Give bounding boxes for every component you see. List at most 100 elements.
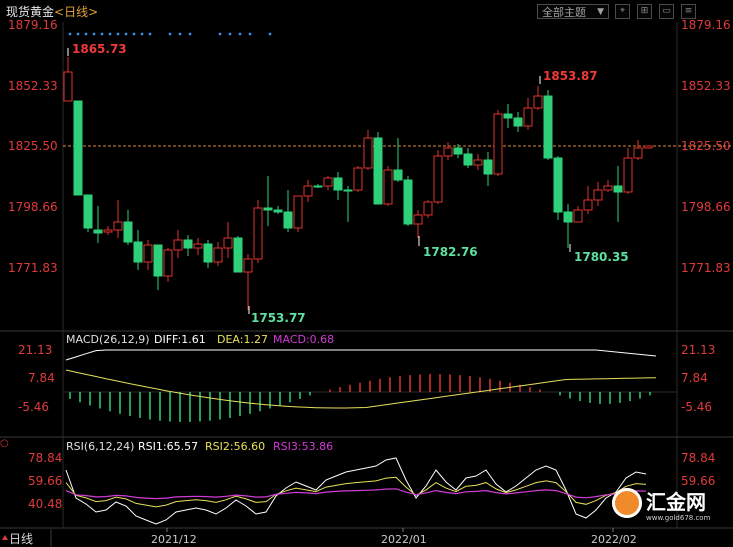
candle-body bbox=[333, 177, 343, 191]
candle-body bbox=[563, 211, 573, 223]
signal-dot bbox=[92, 32, 96, 36]
candle-body bbox=[63, 71, 73, 102]
period-tab[interactable]: 日线 bbox=[2, 529, 52, 547]
candle-body bbox=[343, 189, 353, 192]
price-axis-label-left: 1852.33 bbox=[8, 79, 58, 93]
signal-dot bbox=[188, 32, 192, 36]
maximize-icon[interactable]: ▭ bbox=[659, 4, 674, 19]
macd-axis-label-right: 7.84 bbox=[681, 371, 708, 385]
logo-url: www.gold678.com bbox=[646, 514, 711, 522]
kline-chart[interactable]: 1879.16 1852.33 1825.50 1798.66 1771.83 … bbox=[0, 0, 733, 547]
price-low-annotation: 1753.77 bbox=[251, 311, 306, 325]
price-axis-label-left: 1771.83 bbox=[8, 261, 58, 275]
candle-body bbox=[463, 153, 473, 166]
signal-dot bbox=[218, 32, 222, 36]
candle-body bbox=[123, 221, 133, 243]
candlestick-series bbox=[63, 57, 653, 310]
candle-body bbox=[143, 244, 153, 263]
candle-body bbox=[403, 179, 413, 225]
site-logo: 汇金网 www.gold678.com bbox=[612, 484, 722, 528]
candle-body bbox=[623, 157, 633, 193]
candle-body bbox=[263, 207, 273, 211]
candle-body bbox=[453, 147, 463, 155]
candle-body bbox=[293, 195, 303, 229]
theme-selector-button[interactable]: 全部主题 ▼ bbox=[537, 4, 609, 19]
price-axis-label-left: 1825.50 bbox=[8, 139, 58, 153]
candle-body bbox=[633, 147, 643, 159]
candle-body bbox=[473, 159, 483, 166]
signal-dot bbox=[76, 32, 80, 36]
candle-body bbox=[533, 95, 543, 109]
signal-dot bbox=[140, 32, 144, 36]
candle-body bbox=[503, 113, 513, 119]
macd-indicator-label: MACD(26,12,9) bbox=[66, 333, 150, 346]
candle-body bbox=[573, 209, 583, 223]
macd-dea-line bbox=[65, 369, 657, 409]
period-tab-label: 日线 bbox=[9, 532, 33, 546]
candle-body bbox=[513, 117, 523, 127]
price-axis-label-right: 1879.16 bbox=[681, 18, 731, 32]
instrument-title: 现货黄金 bbox=[6, 5, 55, 19]
signal-dot bbox=[84, 32, 88, 36]
candle-body bbox=[483, 159, 493, 175]
signal-dot bbox=[168, 32, 172, 36]
period-label[interactable]: <日线> bbox=[54, 5, 98, 19]
signal-dot bbox=[116, 32, 120, 36]
candle-body bbox=[73, 100, 83, 196]
signal-dot bbox=[124, 32, 128, 36]
rsi-rsi2-value: RSI2:56.60 bbox=[205, 440, 265, 453]
candle-body bbox=[163, 249, 173, 277]
grid-icon[interactable]: ⊞ bbox=[637, 4, 652, 19]
candle-body bbox=[373, 137, 383, 205]
signal-dot bbox=[148, 32, 152, 36]
edge-marker: ○ bbox=[0, 438, 9, 449]
candle-body bbox=[93, 229, 103, 234]
candle-body bbox=[413, 214, 423, 225]
signal-dot bbox=[268, 32, 272, 36]
crosshair-icon[interactable]: ⌖ bbox=[615, 4, 630, 19]
date-axis-label: 2022/02 bbox=[591, 533, 637, 546]
candle-body bbox=[583, 199, 593, 211]
date-axis-label: 2022/01 bbox=[381, 533, 427, 546]
candle-body bbox=[193, 243, 203, 249]
menu-icon[interactable]: ≡ bbox=[681, 4, 696, 19]
macd-axis-label-left: -5.46 bbox=[18, 400, 49, 414]
candle-body bbox=[443, 147, 453, 157]
candle-body bbox=[393, 169, 403, 181]
price-axis-label-right: 1798.66 bbox=[681, 200, 731, 214]
rsi-axis-label-left: 59.66 bbox=[28, 474, 62, 488]
signal-dot bbox=[238, 32, 242, 36]
rsi3-line bbox=[65, 488, 647, 500]
candle-body bbox=[273, 209, 283, 213]
candle-body bbox=[303, 185, 313, 197]
candle-body bbox=[543, 95, 553, 159]
signal-dot bbox=[132, 32, 136, 36]
candle-body bbox=[603, 185, 613, 191]
candle-body bbox=[113, 221, 123, 231]
rsi-rsi1-value: RSI1:65.57 bbox=[138, 440, 198, 453]
macd-axis-label-left: 21.13 bbox=[18, 343, 52, 357]
macd-axis-label-left: 7.84 bbox=[28, 371, 55, 385]
price-axis-label-left: 1798.66 bbox=[8, 200, 58, 214]
macd-diff-value: DIFF:1.61 bbox=[154, 333, 206, 346]
signal-dot bbox=[68, 32, 72, 36]
signal-dot bbox=[100, 32, 104, 36]
candle-body bbox=[133, 241, 143, 263]
candle-body bbox=[553, 157, 563, 213]
signal-dot bbox=[108, 32, 112, 36]
price-mark-annotation: 1782.76 bbox=[423, 245, 478, 259]
signal-dot bbox=[248, 32, 252, 36]
macd-macd-value: MACD:0.68 bbox=[273, 333, 334, 346]
triangle-down-icon: ▼ bbox=[597, 7, 604, 17]
candle-body bbox=[183, 239, 193, 249]
candle-body bbox=[523, 107, 533, 127]
candle-body bbox=[313, 185, 323, 188]
candle-body bbox=[423, 201, 433, 216]
rsi-axis-label-right: 78.84 bbox=[681, 451, 715, 465]
macd-histogram bbox=[69, 374, 651, 422]
macd-diff-line bbox=[65, 349, 657, 361]
price-axis-label-right: 1852.33 bbox=[681, 79, 731, 93]
rsi-indicator-label: RSI(6,12,24) bbox=[66, 440, 134, 453]
candle-body bbox=[383, 169, 393, 205]
price-high-annotation: 1865.73 bbox=[72, 42, 127, 56]
